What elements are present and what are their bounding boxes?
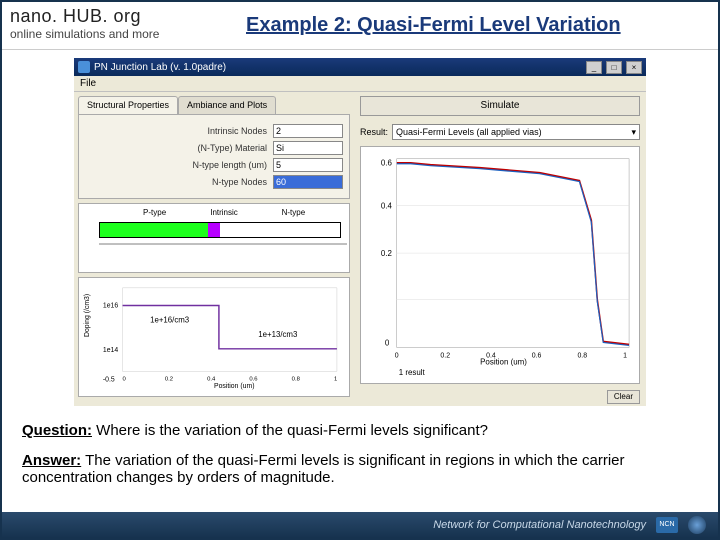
quasi-fermi-plot: 0.6 0.4 0.2 0 Position (um) 0 0.2 0.4 0.… (360, 146, 640, 384)
region-axis (79, 240, 349, 270)
answer-text: The variation of the quasi-Fermi levels … (22, 452, 624, 486)
left-pane: Structural Properties Ambiance and Plots… (74, 92, 354, 406)
close-button[interactable]: × (626, 61, 642, 74)
slide: nano. HUB. org online simulations and mo… (0, 0, 720, 540)
svg-text:0.2: 0.2 (440, 352, 450, 359)
qf-svg: 0.6 0.4 0.2 0 Position (um) 0 0.2 0.4 0.… (361, 147, 639, 383)
svg-text:0.2: 0.2 (381, 249, 393, 258)
svg-text:0: 0 (385, 338, 390, 347)
region-i (208, 223, 220, 237)
input-intrinsic-nodes[interactable]: 2 (273, 124, 343, 138)
menu-file[interactable]: File (80, 78, 96, 89)
svg-text:1 result: 1 result (399, 368, 426, 377)
logo-text: nano. HUB. org (10, 6, 238, 27)
app-icon (78, 61, 90, 73)
answer-label: Answer: (22, 452, 81, 469)
svg-text:0.4: 0.4 (207, 376, 216, 382)
label-ntype-nodes: N-type Nodes (85, 177, 273, 187)
row-ntype-material: (N-Type) Material Si (85, 141, 343, 155)
region-label-n: N-type (238, 208, 349, 217)
input-ntype-nodes[interactable]: 60 (273, 175, 343, 189)
region-p (100, 223, 208, 237)
region-n (220, 223, 340, 237)
doping-plot: Doping (/cm3) 1e16 1e14 1e+16/cm3 1e+13/… (78, 277, 350, 397)
question-block: Question: Where is the variation of the … (22, 422, 698, 439)
simulate-button[interactable]: Simulate (360, 96, 640, 116)
result-row: Result: Quasi-Fermi Levels (all applied … (354, 120, 646, 144)
svg-text:0.8: 0.8 (577, 352, 587, 359)
label-ntype-material: (N-Type) Material (85, 143, 273, 153)
label-ntype-length: N-type length (um) (85, 160, 273, 170)
input-tabs: Structural Properties Ambiance and Plots (74, 92, 354, 114)
svg-text:0: 0 (395, 352, 399, 359)
tab-ambiance[interactable]: Ambiance and Plots (178, 96, 276, 114)
clear-button[interactable]: Clear (607, 390, 640, 404)
globe-icon (688, 516, 706, 534)
row-ntype-nodes: N-type Nodes 60 (85, 175, 343, 189)
row-ntype-length: N-type length (um) 5 (85, 158, 343, 172)
result-select[interactable]: Quasi-Fermi Levels (all applied vias) ▾ (392, 124, 640, 140)
svg-text:1: 1 (623, 352, 627, 359)
doping-svg: Doping (/cm3) 1e16 1e14 1e+16/cm3 1e+13/… (79, 278, 349, 396)
region-label-i: Intrinsic (210, 208, 238, 217)
label-intrinsic-nodes: Intrinsic Nodes (85, 126, 273, 136)
answer-block: Answer: The variation of the quasi-Fermi… (22, 452, 698, 486)
svg-text:0.6: 0.6 (381, 159, 393, 168)
svg-text:1: 1 (334, 376, 337, 382)
svg-text:Doping (/cm3): Doping (/cm3) (84, 294, 91, 337)
footer: Network for Computational Nanotechnology… (2, 512, 718, 538)
logo-subtext: online simulations and more (10, 27, 238, 41)
svg-text:0: 0 (123, 376, 127, 382)
question-label: Question: (22, 422, 92, 439)
result-label: Result: (360, 127, 388, 137)
logo-block: nano. HUB. org online simulations and mo… (2, 2, 246, 49)
form-area: Intrinsic Nodes 2 (N-Type) Material Si N… (78, 114, 350, 199)
maximize-button[interactable]: □ (606, 61, 622, 74)
right-pane: Simulate Result: Quasi-Fermi Levels (all… (354, 92, 646, 406)
slide-title: Example 2: Quasi-Fermi Level Variation (246, 2, 718, 49)
svg-text:0.4: 0.4 (381, 201, 393, 210)
svg-text:0.2: 0.2 (165, 376, 173, 382)
row-intrinsic-nodes: Intrinsic Nodes 2 (85, 124, 343, 138)
svg-text:0.6: 0.6 (532, 352, 542, 359)
svg-text:1e16: 1e16 (103, 303, 118, 310)
menubar[interactable]: File (74, 76, 646, 92)
svg-text:-0.5: -0.5 (103, 376, 115, 383)
result-value: Quasi-Fermi Levels (all applied vias) (396, 125, 542, 139)
minimize-button[interactable]: _ (586, 61, 602, 74)
chevron-down-icon: ▾ (631, 125, 636, 139)
window-title: PN Junction Lab (v. 1.0padre) (94, 62, 226, 73)
input-ntype-material[interactable]: Si (273, 141, 343, 155)
svg-text:0.4: 0.4 (486, 352, 496, 359)
slide-header: nano. HUB. org online simulations and mo… (2, 2, 718, 50)
tab-structural[interactable]: Structural Properties (78, 96, 178, 114)
svg-text:Position (um): Position (um) (214, 383, 255, 390)
svg-text:1e+13/cm3: 1e+13/cm3 (258, 330, 298, 339)
app-body: Structural Properties Ambiance and Plots… (74, 92, 646, 406)
input-ntype-length[interactable]: 5 (273, 158, 343, 172)
window-titlebar[interactable]: PN Junction Lab (v. 1.0padre) _ □ × (74, 58, 646, 76)
svg-text:0.6: 0.6 (249, 376, 258, 382)
svg-text:0.8: 0.8 (292, 376, 301, 382)
svg-text:1e14: 1e14 (103, 347, 118, 354)
region-bar-chart: P-type Intrinsic N-type (78, 203, 350, 273)
svg-text:1e+16/cm3: 1e+16/cm3 (150, 315, 190, 324)
app-window: PN Junction Lab (v. 1.0padre) _ □ × File… (74, 58, 646, 406)
footer-text: Network for Computational Nanotechnology (433, 519, 646, 531)
ncn-badge: NCN (656, 517, 678, 533)
question-text: Where is the variation of the quasi-Ferm… (92, 422, 488, 439)
region-label-p: P-type (99, 208, 210, 217)
plot-toolbar: Clear (354, 388, 646, 406)
